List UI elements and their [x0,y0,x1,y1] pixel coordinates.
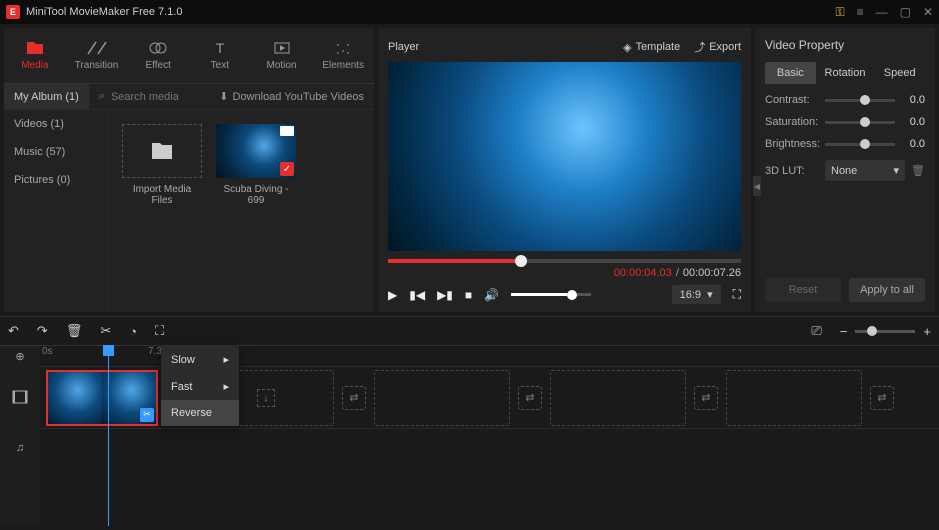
close-icon[interactable]: ✕ [923,5,933,19]
zoom-in-button[interactable]: + [923,324,931,339]
chevron-down-icon: ▾ [894,164,900,177]
scrub-handle[interactable] [515,255,527,267]
album-tab[interactable]: My Album (1) [4,84,89,109]
chevron-right-icon: ▸ [223,353,229,366]
menu-icon[interactable]: ≡ [857,5,864,19]
tool-text[interactable]: T Text [189,28,251,83]
video-badge-icon [280,126,294,136]
video-preview[interactable] [388,62,741,251]
search-input[interactable]: ⌕ Search media [89,90,209,103]
stop-button[interactable]: ■ [465,288,472,302]
split-button[interactable]: ✂ [100,323,111,339]
download-youtube-link[interactable]: ⬇ Download YouTube Videos [209,90,374,103]
reset-button[interactable]: Reset [765,278,841,302]
chevron-down-icon: ▾ [707,288,713,301]
check-icon: ✓ [280,162,294,176]
trash-icon[interactable]: 🗑 [911,164,925,177]
template-button[interactable]: ◈ Template [623,39,680,55]
fullscreen-icon[interactable]: ⛶ [733,287,741,302]
transition-slot[interactable]: ⇄ [342,386,366,410]
media-panel: Media Transition Effect T Text Motion El… [4,28,374,312]
time-current: 00:00:04.03 [614,267,672,279]
transition-slot[interactable]: ⇄ [870,386,894,410]
volume-icon[interactable]: 🔊 [484,288,499,302]
playhead[interactable] [108,346,109,526]
audio-track[interactable] [40,428,939,468]
export-button[interactable]: ⤴ Export [694,39,741,55]
zoom-slider[interactable] [855,330,915,333]
template-icon: ◈ [623,41,631,54]
transition-slot[interactable]: ⇄ [694,386,718,410]
main-toolbar: Media Transition Effect T Text Motion El… [4,28,374,84]
speed-button[interactable]: ◔ [129,324,137,339]
category-sidebar: Videos (1) Music (57) Pictures (0) [4,110,108,312]
titlebar: E MiniTool MovieMaker Free 7.1.0 ⚿ ≡ — ▢… [0,0,939,24]
tool-elements[interactable]: Elements [312,28,374,83]
delete-button[interactable]: 🗑 [66,323,83,339]
download-icon: ⬇ [219,90,228,103]
export-icon: ⤴ [694,39,705,55]
volume-slider[interactable] [511,293,591,296]
add-track-button[interactable]: ⊕ [0,346,40,366]
timeline: ↶ ↷ 🗑 ✂ ◔ ⛶ ⎚ − + ⊕ ♫ 0s 7.3s [0,316,939,526]
time-total: 00:00:07.26 [683,267,741,279]
tab-speed[interactable]: Speed [874,62,925,84]
cat-music[interactable]: Music (57) [4,138,107,166]
folder-icon [150,141,174,161]
tool-transition[interactable]: Transition [66,28,128,83]
media-clip-scuba[interactable]: ✓ Scuba Diving - 699 [216,124,296,298]
prev-button[interactable]: ▮◀ [409,288,425,302]
empty-clip-slot[interactable] [374,370,510,426]
brightness-slider[interactable] [825,143,895,146]
property-panel: Video Property Basic Rotation Speed Cont… [755,28,935,312]
menu-reverse[interactable]: Reverse [161,400,239,426]
apply-all-button[interactable]: Apply to all [849,278,925,302]
lut-select[interactable]: None ▾ [825,160,905,181]
empty-clip-slot[interactable] [726,370,862,426]
tab-rotation[interactable]: Rotation [820,62,871,84]
tool-motion[interactable]: Motion [251,28,313,83]
audio-track-icon: ♫ [0,428,40,468]
play-button[interactable]: ▶ [388,288,397,302]
cat-pictures[interactable]: Pictures (0) [4,166,107,194]
chevron-right-icon: ▸ [223,380,229,393]
aspect-select[interactable]: 16:9 ▾ [672,285,721,304]
crop-button[interactable]: ⛶ [155,323,164,339]
video-track-icon [0,366,40,428]
adjust-icon[interactable]: ⎚ [811,323,821,339]
search-icon: ⌕ [99,90,105,103]
tool-media[interactable]: Media [4,28,66,83]
download-icon: ↓ [257,389,275,407]
player-panel: Player ◈ Template ⤴ Export 00:00:04.03 /… [378,28,751,312]
tab-basic[interactable]: Basic [765,62,816,84]
scrub-bar[interactable] [388,259,741,263]
menu-fast[interactable]: Fast▸ [161,373,239,400]
empty-clip-slot[interactable] [550,370,686,426]
tool-effect[interactable]: Effect [127,28,189,83]
speed-menu: Slow▸ Fast▸ Reverse [161,346,239,426]
clip-split-icon: ✂ [140,408,154,422]
app-logo: E [6,5,20,19]
property-title: Video Property [765,38,925,52]
maximize-icon[interactable]: ▢ [900,5,911,19]
key-icon[interactable]: ⚿ [835,5,844,20]
saturation-slider[interactable] [825,121,895,124]
import-media-button[interactable]: Import Media Files [122,124,202,298]
transition-slot[interactable]: ⇄ [518,386,542,410]
redo-button[interactable]: ↷ [37,323,48,339]
undo-button[interactable]: ↶ [8,323,19,339]
menu-slow[interactable]: Slow▸ [161,346,239,373]
player-title: Player [388,41,623,53]
cat-videos[interactable]: Videos (1) [4,110,107,138]
timeline-clip[interactable]: ✂ [46,370,158,426]
next-button[interactable]: ▶▮ [437,288,453,302]
minimize-icon[interactable]: — [876,5,888,19]
zoom-out-button[interactable]: − [840,324,848,339]
panel-expand-handle[interactable]: ◀ [753,176,761,196]
svg-text:T: T [216,40,225,56]
app-title: MiniTool MovieMaker Free 7.1.0 [26,6,183,18]
contrast-slider[interactable] [825,99,895,102]
volume-handle[interactable] [567,290,577,300]
